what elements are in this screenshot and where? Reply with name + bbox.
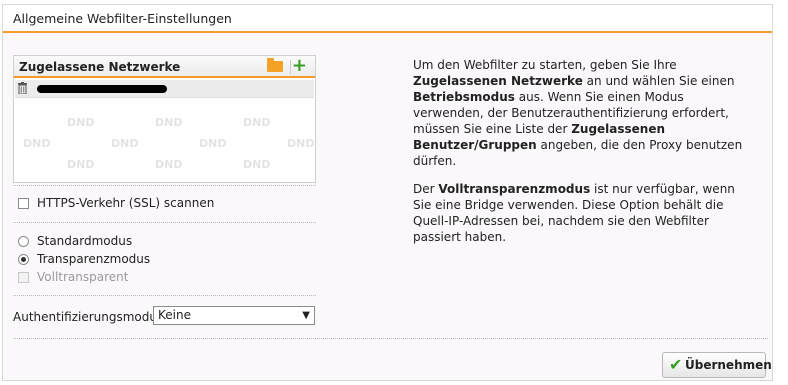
drop-zone-watermark: DND xyxy=(23,137,51,150)
apply-button[interactable]: ✔ Übernehmen xyxy=(662,352,772,378)
allowed-networks-box: Zugelassene Netzwerke + DND DND DND DND … xyxy=(13,55,316,183)
drop-zone-watermark: DND xyxy=(155,116,183,129)
mode-fully-transparent-option: Volltransparent xyxy=(18,269,128,285)
mode-standard-option[interactable]: Standardmodus xyxy=(18,233,132,249)
list-item[interactable] xyxy=(15,80,314,98)
https-scan-label: HTTPS-Verkehr (SSL) scannen xyxy=(37,196,215,210)
auth-mode-select[interactable]: Keine ▼ xyxy=(153,306,315,325)
add-icon[interactable]: + xyxy=(292,55,307,77)
panel-title: Allgemeine Webfilter-Einstellungen xyxy=(3,5,772,33)
auth-mode-label: Authentifizierungsmodus: xyxy=(13,310,168,324)
drop-zone[interactable]: DND DND DND DND DND DND DND DND DND DND … xyxy=(15,100,314,180)
allowed-networks-title: Zugelassene Netzwerke xyxy=(19,60,181,74)
help-text-bold: Volltransparenzmodus xyxy=(438,182,591,196)
divider xyxy=(13,222,316,223)
drop-zone-watermark: DND xyxy=(67,158,95,171)
header-divider xyxy=(290,60,291,74)
https-scan-checkbox[interactable] xyxy=(18,198,29,209)
drop-zone-watermark: DND xyxy=(287,137,314,150)
https-scan-option[interactable]: HTTPS-Verkehr (SSL) scannen xyxy=(18,195,214,211)
help-text-bold: Zugelassenen Netzwerke xyxy=(413,74,583,88)
help-paragraph-1: Um den Webfilter zu starten, geben Sie I… xyxy=(413,57,753,169)
redacted-network-entry xyxy=(37,85,167,93)
help-text-bold: Betriebsmodus xyxy=(413,90,515,104)
auth-mode-value: Keine xyxy=(158,308,191,322)
help-text: Um den Webfilter zu starten, geben Sie I… xyxy=(413,57,753,257)
folder-icon[interactable] xyxy=(267,58,283,72)
divider xyxy=(13,338,768,339)
divider xyxy=(13,185,316,186)
drop-zone-watermark: DND xyxy=(243,158,271,171)
help-paragraph-2: Der Volltransparenzmodus ist nur verfügb… xyxy=(413,181,753,245)
drop-zone-watermark: DND xyxy=(199,179,226,180)
apply-button-label: Übernehmen xyxy=(685,358,772,372)
drop-zone-watermark: DND xyxy=(243,116,271,129)
help-text-part: an und wählen Sie einen xyxy=(582,74,735,88)
drop-zone-watermark: DND xyxy=(287,179,314,180)
drop-zone-watermark: DND xyxy=(155,158,183,171)
mode-fully-transparent-checkbox xyxy=(18,272,29,283)
drop-zone-watermark: DND xyxy=(23,179,50,180)
drop-zone-watermark: DND xyxy=(67,116,95,129)
divider xyxy=(13,295,316,296)
help-text-part: Um den Webfilter zu starten, geben Sie I… xyxy=(413,58,677,72)
trash-icon[interactable] xyxy=(18,82,27,94)
dropdown-arrow-icon: ▼ xyxy=(302,310,310,321)
drop-zone-watermark: DND xyxy=(111,137,139,150)
drop-zone-watermark: DND xyxy=(199,137,227,150)
mode-transparent-label: Transparenzmodus xyxy=(37,252,151,266)
mode-fully-transparent-label: Volltransparent xyxy=(37,270,129,284)
webfilter-settings-panel: Allgemeine Webfilter-Einstellungen Zugel… xyxy=(2,4,773,381)
help-text-part: Der xyxy=(413,182,439,196)
mode-standard-label: Standardmodus xyxy=(37,234,133,248)
allowed-networks-header: Zugelassene Netzwerke + xyxy=(14,55,315,78)
mode-transparent-option[interactable]: Transparenzmodus xyxy=(18,251,150,267)
checkmark-icon: ✔ xyxy=(669,355,683,374)
drop-zone-watermark: DND xyxy=(111,179,138,180)
mode-standard-radio[interactable] xyxy=(18,236,29,247)
mode-transparent-radio[interactable] xyxy=(18,254,29,265)
